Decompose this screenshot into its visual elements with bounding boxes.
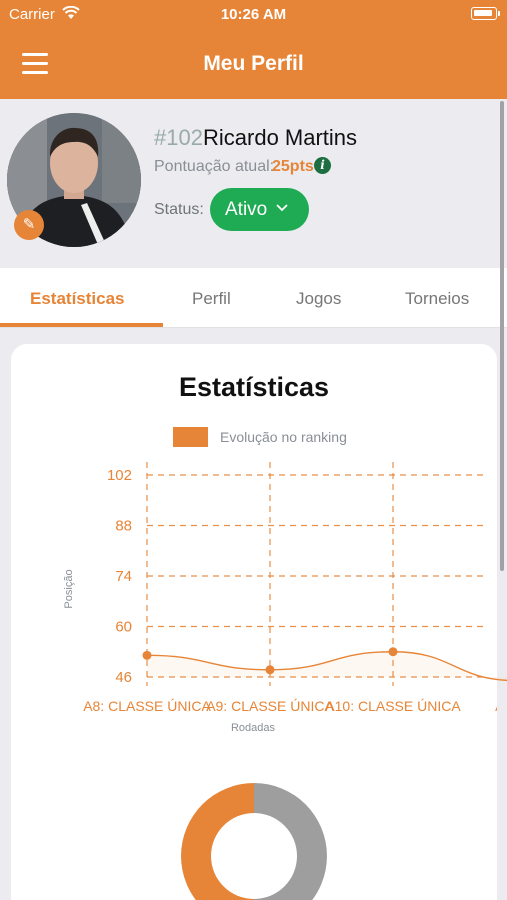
- status-value: Ativo: [225, 199, 268, 220]
- legend-label: Evolução no ranking: [220, 429, 347, 445]
- tab-bar: Estatísticas Perfil Jogos Torneios: [0, 268, 507, 328]
- tab-jogos[interactable]: Jogos: [296, 289, 341, 309]
- player-rank: #102: [154, 125, 203, 150]
- chevron-down-icon: [275, 200, 289, 216]
- navigation-bar: Carrier 10:26 AM Meu Perfil: [0, 0, 507, 99]
- card-edge: [497, 690, 507, 720]
- profile-header: ✎ #102 Ricardo Martins Pontuação atual: …: [0, 99, 507, 267]
- tab-torneios[interactable]: Torneios: [405, 289, 469, 309]
- status-label: Status:: [154, 201, 204, 218]
- donut-slice: [254, 783, 327, 900]
- pencil-icon[interactable]: ✎: [14, 210, 44, 240]
- tab-estatisticas[interactable]: Estatísticas: [30, 289, 125, 309]
- clock: 10:26 AM: [220, 6, 287, 23]
- page-title: Meu Perfil: [203, 52, 304, 75]
- stats-title: Estatísticas: [178, 372, 330, 402]
- active-tab-indicator: [0, 323, 163, 327]
- status-dropdown[interactable]: Ativo: [210, 188, 309, 231]
- scrollbar[interactable]: [500, 101, 504, 571]
- tab-perfil[interactable]: Perfil: [192, 289, 231, 309]
- player-name: Ricardo Martins: [203, 125, 358, 150]
- donut-chart: [181, 783, 327, 900]
- info-icon[interactable]: i: [314, 157, 331, 174]
- donut-slice: [181, 783, 254, 900]
- score-label: Pontuação atual:: [154, 158, 275, 175]
- score-value: 25pts: [272, 158, 314, 175]
- battery-icon: [471, 7, 500, 20]
- status-bar: Carrier 10:26 AM: [0, 0, 507, 30]
- legend-swatch: [173, 427, 208, 447]
